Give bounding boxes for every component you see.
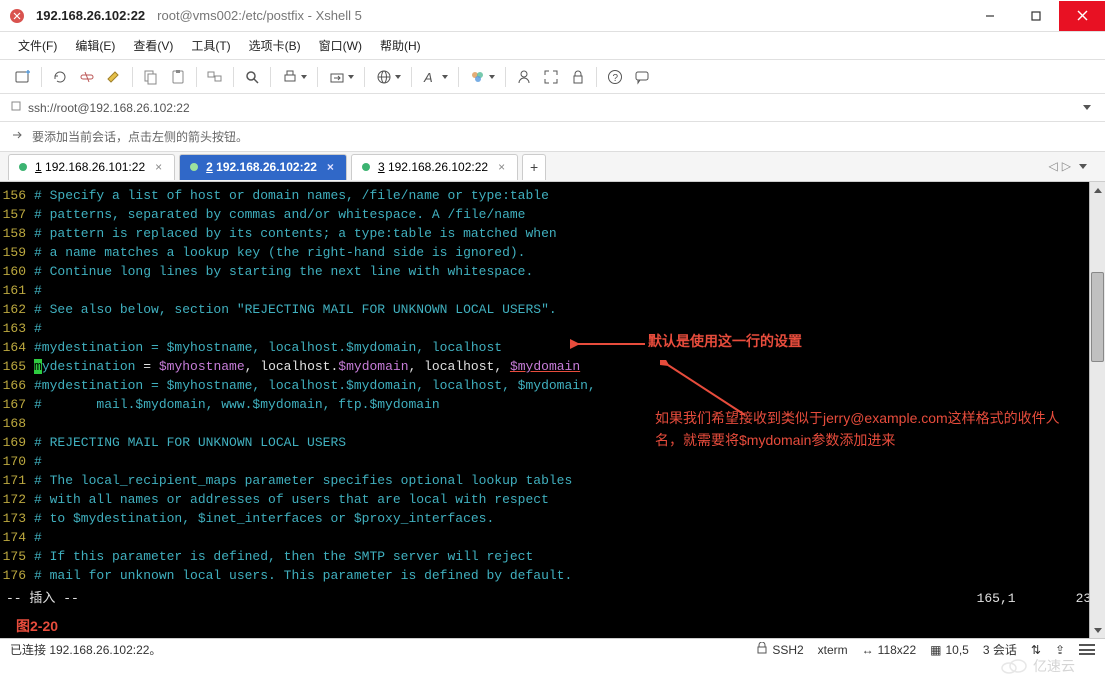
tab-list-icon[interactable] [1075, 159, 1091, 175]
sessions-icon[interactable] [202, 64, 228, 90]
vim-cursor-pos: 165,1 [977, 589, 1016, 608]
tab-next-icon[interactable]: ▷ [1062, 159, 1071, 175]
terminal-line: 171# The local_recipient_maps parameter … [0, 471, 1105, 490]
menu-file[interactable]: 文件(F) [14, 35, 61, 56]
globe-icon[interactable] [370, 64, 406, 90]
vim-status-line: -- 插入 -- 165,1 23% [0, 589, 1105, 608]
resize-icon: ↔ [862, 643, 874, 657]
terminal-line: 173# to $mydestination, $inet_interfaces… [0, 509, 1105, 528]
menu-view[interactable]: 查看(V) [129, 35, 177, 56]
terminal-line: 161# [0, 281, 1105, 300]
tab-3[interactable]: 3 192.168.26.102:22 × [351, 154, 518, 180]
tab-close-icon[interactable]: × [325, 160, 336, 174]
terminal[interactable]: 156# Specify a list of host or domain na… [0, 182, 1105, 638]
print-icon[interactable] [276, 64, 312, 90]
tab-close-icon[interactable]: × [153, 160, 164, 174]
reconnect-icon[interactable] [47, 64, 73, 90]
terminal-line: 160# Continue long lines by starting the… [0, 262, 1105, 281]
terminal-line: 163# [0, 319, 1105, 338]
address-input[interactable] [28, 101, 328, 115]
window-titlebar: 192.168.26.102:22 root@vms002:/etc/postf… [0, 0, 1105, 32]
terminal-line: 156# Specify a list of host or domain na… [0, 186, 1105, 205]
user-icon[interactable] [511, 64, 537, 90]
tab-add-button[interactable]: + [522, 154, 546, 180]
tab-close-icon[interactable]: × [496, 160, 507, 174]
new-session-icon[interactable] [10, 64, 36, 90]
terminal-line: 164#mydestination = $myhostname, localho… [0, 338, 1105, 357]
menu-tab[interactable]: 选项卡(B) [245, 35, 305, 56]
menu-edit[interactable]: 编辑(E) [71, 35, 119, 56]
app-icon [8, 7, 26, 25]
scroll-down-icon[interactable] [1090, 622, 1105, 638]
status-dot-icon [19, 163, 27, 171]
minimize-button[interactable] [967, 1, 1013, 31]
copy-icon[interactable] [138, 64, 164, 90]
scroll-thumb[interactable] [1091, 272, 1104, 362]
color-icon[interactable] [464, 64, 500, 90]
terminal-line: 176# mail for unknown local users. This … [0, 566, 1105, 585]
menu-help[interactable]: 帮助(H) [376, 35, 425, 56]
tab-bar: 1 192.168.26.101:22 × 2 192.168.26.102:2… [0, 152, 1105, 182]
terminal-line: 162# See also below, section "REJECTING … [0, 300, 1105, 319]
status-dot-icon [362, 163, 370, 171]
svg-text:A: A [423, 70, 433, 85]
lock-icon[interactable] [565, 64, 591, 90]
terminal-line: 172# with all names or addresses of user… [0, 490, 1105, 509]
terminal-line: 159# a name matches a lookup key (the ri… [0, 243, 1105, 262]
watermark: 亿速云 [1001, 656, 1075, 676]
annotation-text-2: 如果我们希望接收到类似于jerry@example.com这样格式的收件人名，就… [655, 407, 1075, 451]
properties-icon[interactable] [101, 64, 127, 90]
window-title-subtitle: root@vms002:/etc/postfix - Xshell 5 [157, 8, 362, 23]
terminal-line: 174# [0, 528, 1105, 547]
terminal-line: 166#mydestination = $myhostname, localho… [0, 376, 1105, 395]
terminal-line: 157# patterns, separated by commas and/o… [0, 205, 1105, 224]
figure-label: 图2-20 [16, 617, 58, 636]
connection-status: 已连接 192.168.26.102:22。 [10, 641, 742, 658]
status-termtype: xterm [818, 643, 848, 657]
addr-lock-icon [10, 100, 22, 115]
status-updown-icon: ⇅ [1031, 643, 1041, 657]
hint-arrow-icon[interactable] [10, 128, 24, 145]
terminal-line: 165mydestination = $myhostname, localhos… [0, 357, 1105, 376]
status-ssh: SSH2 [756, 642, 803, 657]
status-caps-icon: ⇪ [1055, 643, 1065, 657]
status-dot-icon [190, 163, 198, 171]
menu-window[interactable]: 窗口(W) [315, 35, 366, 56]
address-bar [0, 94, 1105, 122]
paste-icon[interactable] [165, 64, 191, 90]
font-icon[interactable]: A [417, 64, 453, 90]
menu-tools[interactable]: 工具(T) [187, 35, 234, 56]
terminal-line: 170# [0, 452, 1105, 471]
window-title-address: 192.168.26.102:22 [36, 8, 145, 23]
terminal-line: 158# pattern is replaced by its contents… [0, 224, 1105, 243]
tab-1[interactable]: 1 192.168.26.101:22 × [8, 154, 175, 180]
tab-2[interactable]: 2 192.168.26.102:22 × [179, 154, 347, 180]
status-menu-icon[interactable] [1079, 644, 1095, 655]
tab-prev-icon[interactable]: ◁ [1049, 159, 1058, 175]
terminal-scrollbar[interactable] [1089, 182, 1105, 638]
addr-dropdown-icon[interactable] [1079, 100, 1095, 116]
terminal-line: 175# If this parameter is defined, then … [0, 547, 1105, 566]
toolbar: A ? [0, 60, 1105, 94]
disconnect-icon[interactable] [74, 64, 100, 90]
grid-icon: ▦ [930, 643, 941, 657]
svg-text:?: ? [613, 73, 619, 84]
scroll-up-icon[interactable] [1090, 182, 1105, 198]
hint-bar: 要添加当前会话，点击左侧的箭头按钮。 [0, 122, 1105, 152]
padlock-icon [756, 642, 768, 657]
fullscreen-icon[interactable] [538, 64, 564, 90]
help-icon[interactable]: ? [602, 64, 628, 90]
maximize-button[interactable] [1013, 1, 1059, 31]
menu-bar: 文件(F) 编辑(E) 查看(V) 工具(T) 选项卡(B) 窗口(W) 帮助(… [0, 32, 1105, 60]
status-size: ↔118x22 [862, 643, 916, 657]
close-button[interactable] [1059, 1, 1105, 31]
chat-icon[interactable] [629, 64, 655, 90]
search-icon[interactable] [239, 64, 265, 90]
status-zoom: ▦10,5 [930, 643, 969, 657]
transfer-icon[interactable] [323, 64, 359, 90]
vim-mode: -- 插入 -- [6, 589, 79, 608]
status-bar: 已连接 192.168.26.102:22。 SSH2 xterm ↔118x2… [0, 638, 1105, 660]
hint-text: 要添加当前会话，点击左侧的箭头按钮。 [32, 128, 248, 145]
